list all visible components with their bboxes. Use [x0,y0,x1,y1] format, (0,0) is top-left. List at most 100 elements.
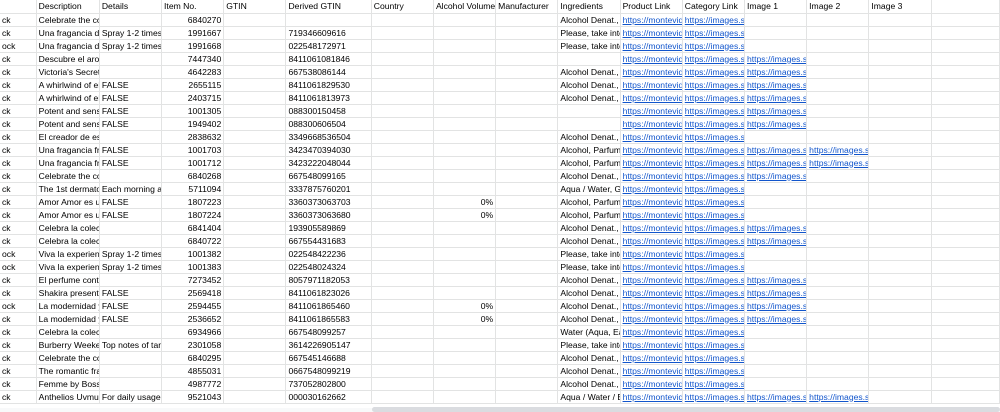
table-cell[interactable]: El perfume conti [36,273,100,287]
table-cell[interactable]: Please, take into [557,247,621,261]
table-cell[interactable]: https://images.sl [682,234,745,248]
table-cell[interactable] [495,156,559,170]
table-cell[interactable]: 2838632 [161,130,225,144]
table-cell[interactable] [557,104,621,118]
table-cell[interactable]: Top notes of tang [99,338,163,352]
table-cell[interactable]: Femme by Boss [36,377,100,391]
table-cell[interactable]: https://images.sl [744,78,808,92]
table-cell[interactable]: 719346609616 [285,26,372,40]
table-cell[interactable]: ck [0,130,37,144]
table-cell[interactable] [868,351,932,365]
table-cell[interactable] [99,169,163,183]
table-cell[interactable]: https://montevid [620,299,683,313]
column-header[interactable]: Item No. [161,0,225,14]
table-cell[interactable]: ock [0,39,37,53]
table-cell[interactable]: Shakira presenta [36,286,100,300]
table-cell[interactable] [99,377,163,391]
table-cell[interactable] [495,351,559,365]
table-cell[interactable]: Amor Amor es u [36,208,100,222]
table-cell[interactable] [371,78,434,92]
table-cell[interactable] [223,390,287,404]
table-cell[interactable]: FALSE [99,195,163,209]
table-cell[interactable]: Viva la experien [36,260,100,274]
table-cell[interactable] [371,338,434,352]
table-cell[interactable] [806,247,870,261]
table-cell[interactable]: 0% [433,208,497,222]
table-cell[interactable]: 2569418 [161,286,225,300]
table-cell[interactable]: FALSE [99,143,163,157]
table-cell[interactable] [806,312,870,326]
table-cell[interactable]: https://montevid [620,260,683,274]
table-cell[interactable] [433,377,497,391]
table-cell[interactable] [495,325,559,339]
table-cell[interactable]: Please, take into [557,260,621,274]
table-cell[interactable]: Please, take into [557,39,621,53]
table-cell[interactable] [371,312,434,326]
table-cell[interactable]: 3360373063703 [285,195,372,209]
table-cell[interactable] [868,91,932,105]
table-cell[interactable] [931,247,1000,261]
table-cell[interactable]: 1807224 [161,208,225,222]
table-cell[interactable] [99,13,163,27]
table-cell[interactable]: https://montevid [620,130,683,144]
table-cell[interactable]: ck [0,208,37,222]
table-cell[interactable]: 1807223 [161,195,225,209]
table-cell[interactable]: 0% [433,312,497,326]
table-cell[interactable]: 5711094 [161,182,225,196]
table-cell[interactable]: https://images.sl [682,325,745,339]
table-cell[interactable] [557,117,621,131]
table-cell[interactable]: https://images.sl [744,91,808,105]
column-header[interactable]: Ingredients [557,0,621,14]
table-cell[interactable]: 7273452 [161,273,225,287]
table-cell[interactable]: 3349668536504 [285,130,372,144]
table-cell[interactable]: Victoria's Secret [36,65,100,79]
table-cell[interactable] [931,91,1000,105]
table-cell[interactable] [931,26,1000,40]
table-cell[interactable]: https://montevid [620,273,683,287]
table-cell[interactable] [495,104,559,118]
table-cell[interactable]: Alcohol Denat., W [557,13,621,27]
table-cell[interactable] [806,273,870,287]
table-cell[interactable] [931,325,1000,339]
table-cell[interactable] [868,169,932,183]
table-cell[interactable]: 1949402 [161,117,225,131]
table-cell[interactable]: ock [0,260,37,274]
table-cell[interactable] [371,130,434,144]
table-cell[interactable]: 667545146688 [285,351,372,365]
table-cell[interactable]: https://montevid [620,65,683,79]
table-cell[interactable] [223,247,287,261]
table-cell[interactable] [868,143,932,157]
table-cell[interactable] [433,156,497,170]
table-cell[interactable] [495,286,559,300]
table-cell[interactable]: https://montevid [620,234,683,248]
table-cell[interactable]: Celebra la colec [36,234,100,248]
table-cell[interactable] [495,390,559,404]
table-cell[interactable]: 3423222048044 [285,156,372,170]
table-cell[interactable]: Alcohol Denat., A [557,91,621,105]
table-cell[interactable]: The 1st dermato [36,182,100,196]
table-cell[interactable] [223,52,287,66]
table-cell[interactable]: 1001703 [161,143,225,157]
table-cell[interactable]: 022548422236 [285,247,372,261]
table-cell[interactable] [433,130,497,144]
table-cell[interactable] [433,143,497,157]
table-cell[interactable] [223,91,287,105]
table-cell[interactable] [371,39,434,53]
table-cell[interactable]: https://montevid [620,91,683,105]
table-cell[interactable] [371,156,434,170]
table-cell[interactable] [223,273,287,287]
table-cell[interactable] [931,377,1000,391]
table-cell[interactable]: https://images.sl [682,351,745,365]
table-cell[interactable]: 4855031 [161,364,225,378]
table-cell[interactable] [931,143,1000,157]
table-cell[interactable] [495,364,559,378]
column-header[interactable]: Details [99,0,163,14]
table-cell[interactable] [806,104,870,118]
column-header[interactable]: Product Link [620,0,683,14]
table-cell[interactable]: https://images.sl [744,104,808,118]
table-cell[interactable] [495,208,559,222]
table-cell[interactable] [371,273,434,287]
table-cell[interactable] [931,13,1000,27]
table-cell[interactable]: 088300606504 [285,117,372,131]
table-cell[interactable] [495,221,559,235]
